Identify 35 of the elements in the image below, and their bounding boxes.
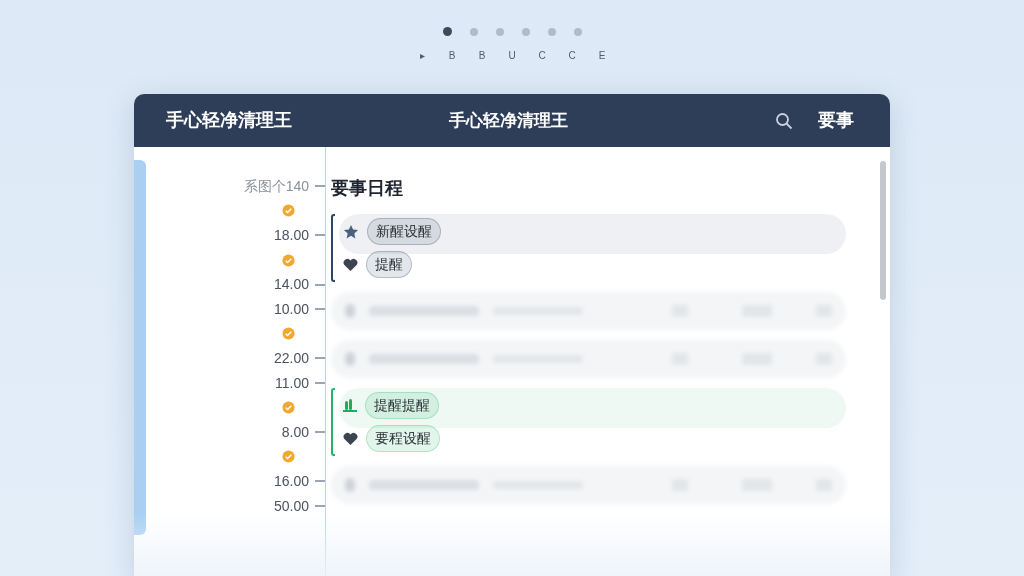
star-icon	[343, 223, 359, 240]
page-letter: E	[597, 49, 607, 63]
scrollbar[interactable]	[880, 161, 886, 300]
plant-icon	[343, 398, 357, 413]
timeline-label: 系图个140	[243, 176, 309, 196]
heart-icon	[343, 431, 358, 446]
time-label: 18.00	[273, 226, 309, 245]
page-letter: U	[507, 49, 517, 63]
time-label: 16.00	[273, 471, 309, 491]
time-label: 11.00	[275, 373, 309, 393]
reminder-chip[interactable]: 提醒	[366, 251, 412, 278]
check-badge-icon	[282, 450, 295, 464]
search-icon[interactable]	[775, 111, 793, 130]
header-link[interactable]: 要事	[818, 107, 854, 134]
check-badge-icon	[282, 401, 295, 415]
reminder-chip[interactable]: 提醒提醒	[365, 392, 439, 419]
time-label: 14.00	[273, 275, 309, 295]
check-badge-icon	[282, 327, 295, 341]
section-heading: 要事日程	[331, 177, 403, 200]
heart-icon	[343, 257, 358, 272]
center-title: 手心轻净清理王	[449, 109, 568, 132]
page-letter: C	[567, 49, 577, 63]
page-letter: B	[477, 49, 487, 63]
page-letter: B	[447, 49, 457, 63]
time-label: 10.00	[273, 299, 309, 319]
reminder-chip[interactable]: 要程设醒	[366, 425, 440, 452]
check-badge-icon	[282, 253, 295, 267]
time-label: 50.00	[273, 496, 309, 516]
time-label: 8.00	[281, 422, 309, 442]
time-label: 22.00	[273, 348, 309, 368]
reminder-chip[interactable]: 新醒设醒	[367, 218, 441, 245]
page-letter: ▸	[418, 49, 426, 63]
page-letter: C	[537, 49, 547, 63]
window-title: 手心轻净清理王	[166, 109, 292, 132]
check-badge-icon	[282, 204, 295, 218]
